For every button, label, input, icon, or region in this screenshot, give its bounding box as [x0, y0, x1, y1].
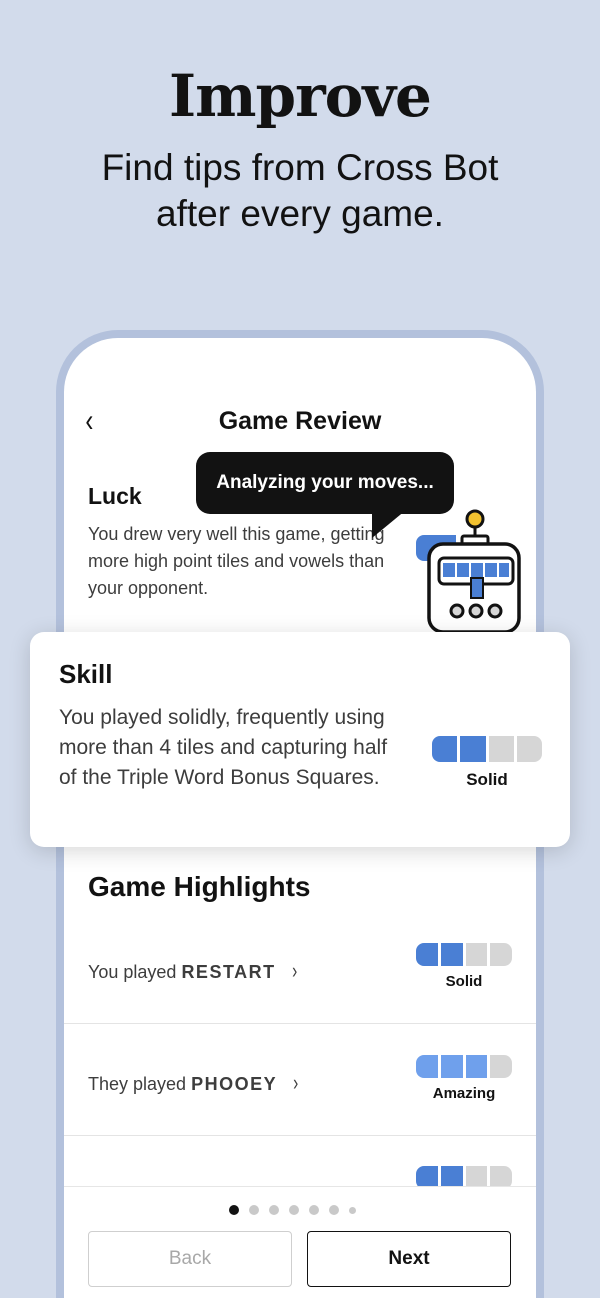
- pagination-dot[interactable]: [289, 1205, 299, 1215]
- highlights-title: Game Highlights: [88, 871, 311, 902]
- pagination-dot[interactable]: [349, 1206, 356, 1214]
- screen-title: Game Review: [218, 407, 382, 435]
- pagination-dot[interactable]: [249, 1205, 259, 1215]
- meter-segment: [416, 943, 438, 966]
- pagination-dot[interactable]: [329, 1205, 339, 1215]
- skill-rating-label: Solid: [466, 770, 508, 789]
- meter-segment: [432, 736, 458, 762]
- meter-segment: [490, 1055, 512, 1078]
- pagination-dot[interactable]: [309, 1205, 319, 1215]
- meter-segment: [490, 943, 512, 966]
- skill-card: Skill You played solidly, frequently usi…: [30, 632, 570, 847]
- luck-title: Luck: [88, 483, 142, 509]
- back-chevron-icon[interactable]: ‹: [85, 404, 93, 436]
- chevron-right-icon: ›: [291, 958, 297, 983]
- skill-title: Skill: [59, 659, 113, 689]
- meter-segment: [488, 736, 514, 762]
- highlight-meter: [416, 1055, 512, 1078]
- meter-segment: [465, 1055, 488, 1078]
- highlight-prefix: You played: [88, 962, 177, 982]
- speech-bubble: Analyzing your moves...: [196, 452, 454, 514]
- highlight-meter: [416, 943, 512, 966]
- back-button[interactable]: Back: [88, 1231, 292, 1287]
- highlight-row[interactable]: They played PHOOEY › Amazing: [64, 1024, 536, 1136]
- skill-meter: [432, 736, 542, 762]
- highlight-rating-label: Solid: [445, 973, 483, 990]
- meter-segment: [465, 943, 488, 966]
- meter-segment: [516, 736, 542, 762]
- luck-description: You drew very well this game, getting mo…: [88, 524, 385, 598]
- next-button[interactable]: Next: [307, 1231, 511, 1287]
- highlight-word: RESTART: [181, 962, 276, 982]
- highlight-text[interactable]: They played PHOOEY ›: [88, 1070, 299, 1096]
- highlight-row[interactable]: You played RESTART › Solid: [64, 912, 536, 1024]
- speech-bubble-tail: [372, 510, 406, 538]
- chevron-right-icon: ›: [293, 1070, 299, 1095]
- meter-segment: [416, 1055, 438, 1078]
- hero-title: Improve: [169, 62, 432, 130]
- skill-description: You played solidly, frequently using mor…: [59, 706, 388, 789]
- hero-subtitle: Find tips from Cross Bot after every gam…: [101, 147, 499, 234]
- meter-segment: [440, 1055, 463, 1078]
- meter-segment: [460, 736, 486, 762]
- highlight-rating-label: Amazing: [432, 1085, 496, 1102]
- pagination-dots: [229, 1205, 356, 1215]
- highlight-text[interactable]: You played RESTART ›: [88, 958, 298, 984]
- pagination-dot[interactable]: [269, 1205, 279, 1215]
- highlight-word: PHOOEY: [191, 1074, 278, 1094]
- highlight-prefix: They played: [88, 1074, 187, 1094]
- pagination-dot-active[interactable]: [229, 1205, 239, 1215]
- meter-segment: [440, 943, 463, 966]
